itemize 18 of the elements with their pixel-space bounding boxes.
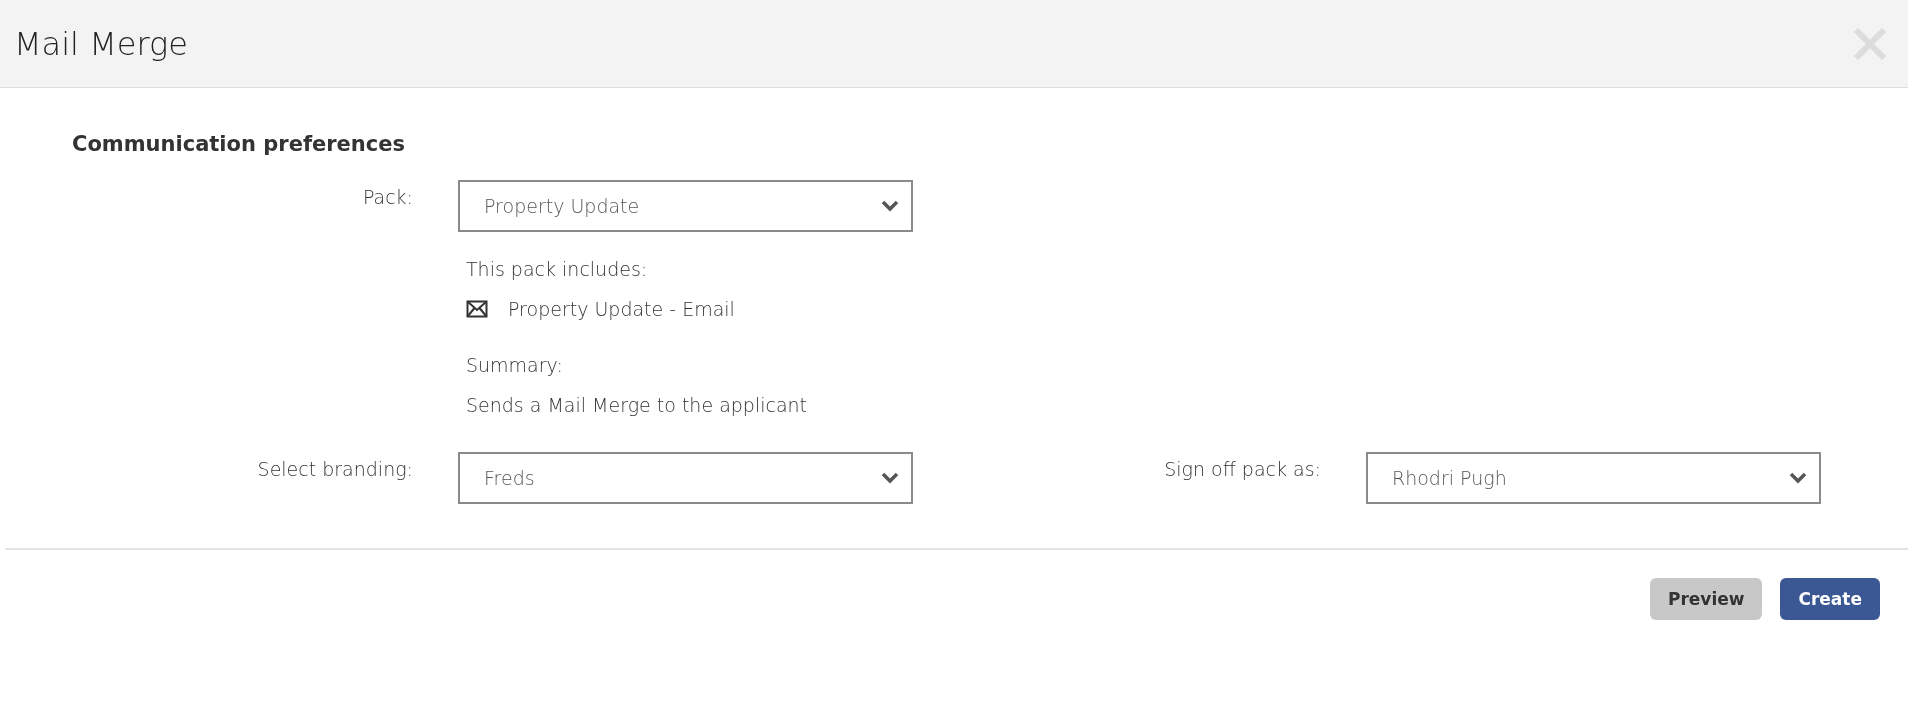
includes-label: This pack includes: bbox=[466, 258, 649, 280]
field-label: Pack: bbox=[361, 185, 413, 208]
field-label: Sign off pack as: bbox=[1163, 457, 1321, 480]
chevron-down-icon bbox=[881, 200, 899, 212]
summary-label: Summary: bbox=[466, 354, 564, 376]
envelope-icon bbox=[466, 300, 488, 318]
pack-item: Property Update - Email bbox=[508, 298, 735, 320]
dialog-title: Mail Merge bbox=[14, 24, 188, 63]
chevron-down-icon bbox=[1789, 472, 1807, 484]
field-label: Select branding: bbox=[256, 457, 413, 480]
branding-dropdown[interactable]: Freds bbox=[458, 452, 913, 504]
summary-text: Sends a Mail Merge to the applicant bbox=[466, 394, 809, 416]
create-button[interactable]: Create bbox=[1780, 578, 1880, 620]
pack-dropdown[interactable]: Property Update bbox=[458, 180, 913, 232]
preview-button[interactable]: Preview bbox=[1649, 578, 1763, 620]
chevron-down-icon bbox=[881, 472, 899, 484]
section-heading: Communication preferences bbox=[72, 132, 406, 156]
sign-off-dropdown[interactable]: Rhodri Pugh bbox=[1366, 452, 1821, 504]
